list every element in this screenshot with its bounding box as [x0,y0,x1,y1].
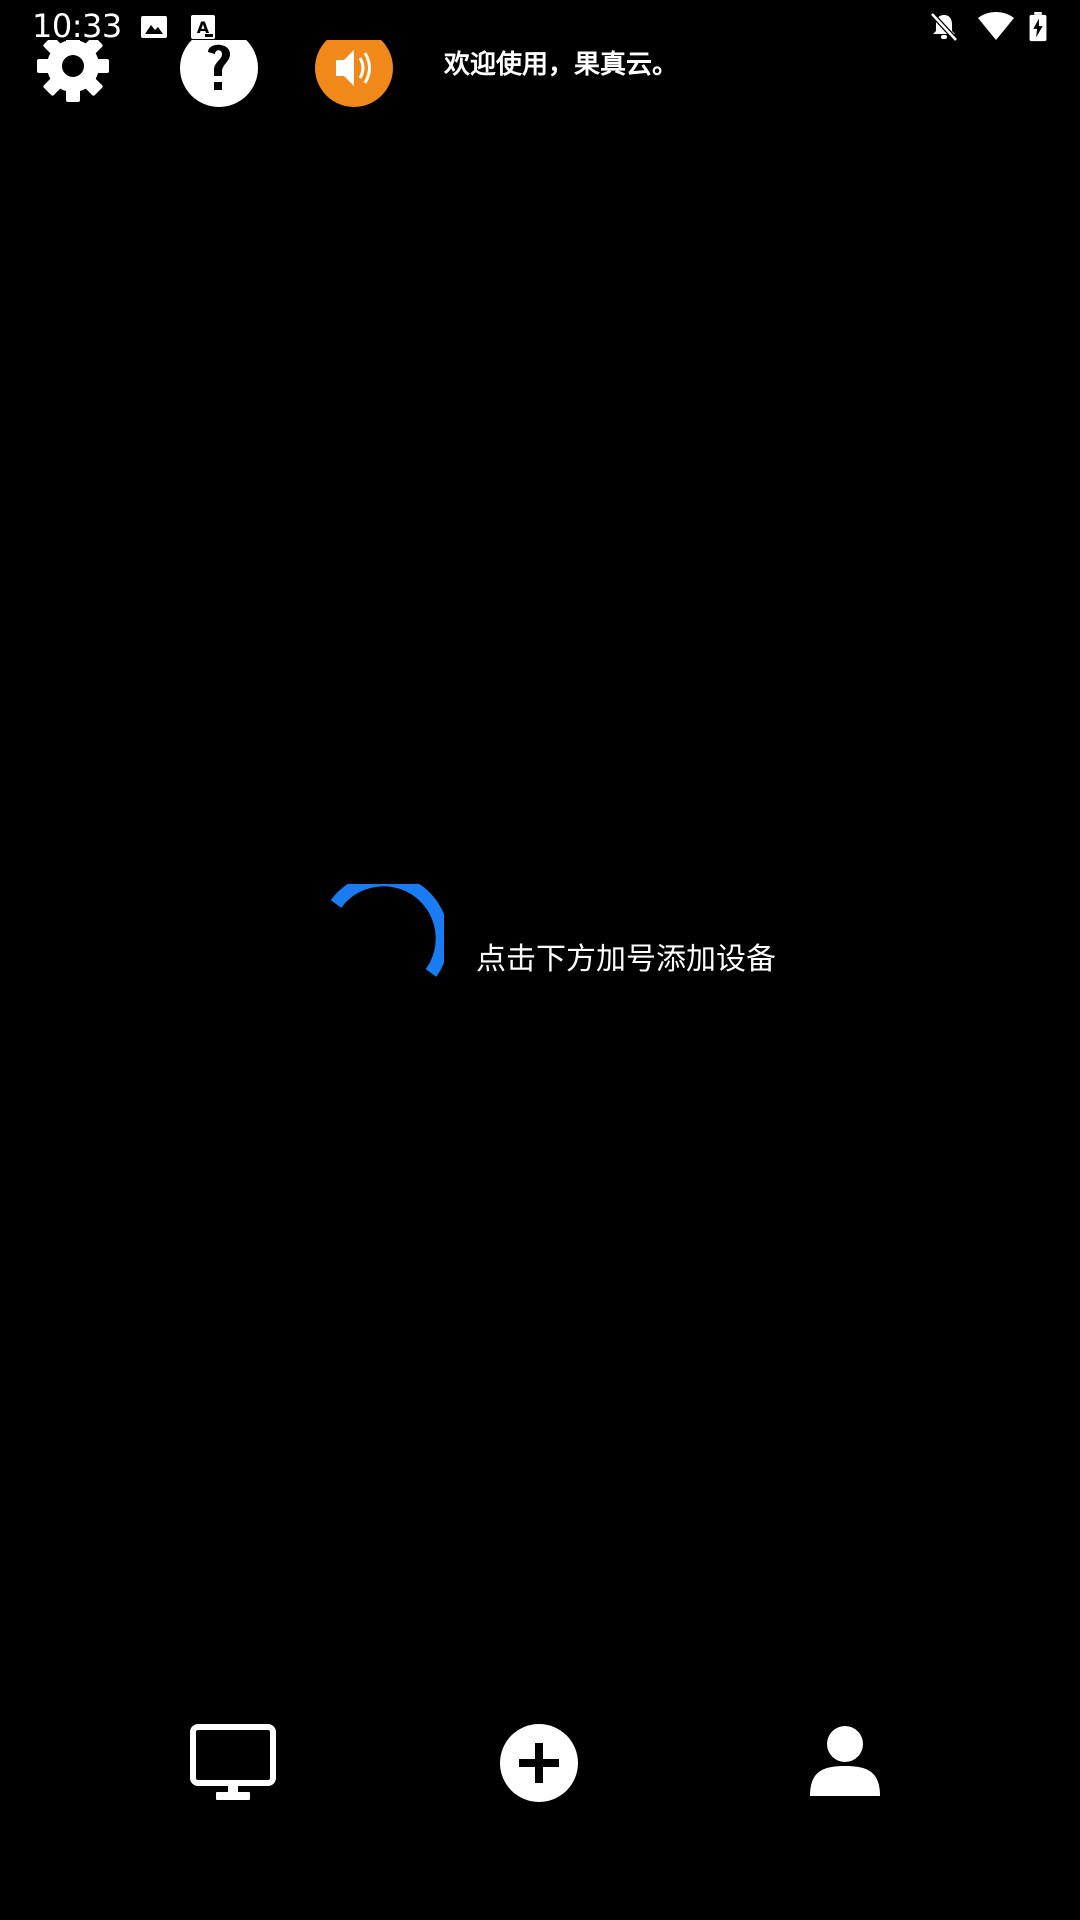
settings-gear-icon[interactable] [36,40,110,106]
bottom-navigation [0,1710,1080,1820]
battery-charging-icon [1029,12,1047,42]
image-icon [141,16,167,38]
announcement-speaker-icon[interactable] [314,40,394,108]
empty-state-hint: 点击下方加号添加设备 [476,942,776,977]
add-device-icon[interactable] [500,1724,578,1802]
user-profile-icon[interactable] [808,1726,882,1800]
top-toolbar: 欢迎使用，果真云。 [0,40,1080,116]
welcome-text: 欢迎使用，果真云。 [444,50,679,80]
loading-spinner-icon [330,884,444,977]
font-icon: A [191,15,215,39]
app-screen: 10:33 A 欢迎使用，果真云。 点击下方加号添加设备 [0,0,1080,1920]
notifications-off-icon [930,12,958,42]
wifi-icon [978,12,1014,40]
help-icon[interactable] [180,40,258,108]
devices-monitor-icon[interactable] [190,1724,276,1804]
